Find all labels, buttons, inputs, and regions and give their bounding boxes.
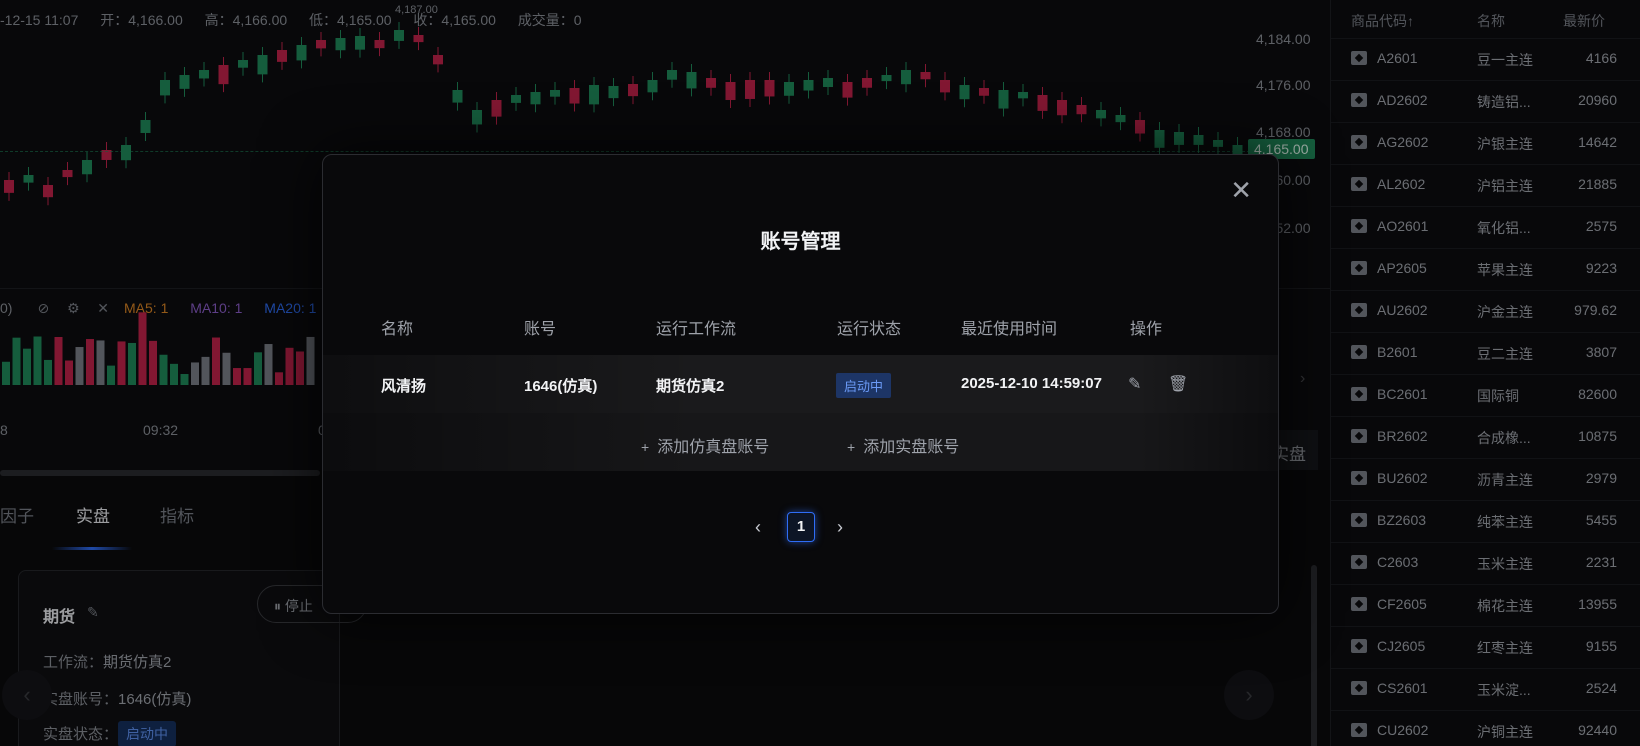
col-status: 运行状态 xyxy=(837,321,902,338)
delete-icon[interactable]: 🗑 xyxy=(1168,374,1188,394)
cell-name: 风清扬 xyxy=(381,378,427,395)
plus-icon: + xyxy=(641,439,650,455)
col-workflow: 运行工作流 xyxy=(656,321,737,338)
add-real-label: 添加实盘账号 xyxy=(863,439,960,456)
col-actions: 操作 xyxy=(1130,321,1163,338)
add-sim-account-button[interactable]: + 添加仿真盘账号 xyxy=(641,433,769,457)
add-sim-label: 添加仿真盘账号 xyxy=(657,439,770,456)
col-name: 名称 xyxy=(381,321,414,338)
plus-icon: + xyxy=(847,439,856,455)
chevron-right-icon[interactable]: › xyxy=(837,517,843,538)
table-header: 名称 账号 运行工作流 运行状态 最近使用时间 操作 xyxy=(323,315,1278,351)
add-account-row: + 添加仿真盘账号 + 添加实盘账号 xyxy=(323,413,1278,471)
col-last-used: 最近使用时间 xyxy=(961,321,1058,338)
dialog-title: 账号管理 xyxy=(760,231,841,253)
account-management-dialog: ✕ 账号管理 名称 账号 运行工作流 运行状态 最近使用时间 操作 风清扬 16… xyxy=(322,154,1279,614)
cell-last-used: 2025-12-10 14:59:07 xyxy=(961,375,1102,392)
add-real-account-button[interactable]: + 添加实盘账号 xyxy=(847,433,959,457)
cell-workflow: 期货仿真2 xyxy=(656,378,725,395)
status-badge: 启动中 xyxy=(836,373,892,398)
cell-account: 1646(仿真) xyxy=(524,378,598,395)
page-1-button[interactable]: 1 xyxy=(787,512,815,542)
pagination: ‹ 1 › xyxy=(323,512,1278,544)
chevron-left-icon[interactable]: ‹ xyxy=(755,517,761,538)
edit-icon[interactable]: ✎ xyxy=(1128,374,1141,394)
close-icon[interactable]: ✕ xyxy=(1230,177,1252,203)
col-account: 账号 xyxy=(524,321,557,338)
table-row[interactable]: 风清扬 1646(仿真) 期货仿真2 启动中 2025-12-10 14:59:… xyxy=(323,355,1278,413)
